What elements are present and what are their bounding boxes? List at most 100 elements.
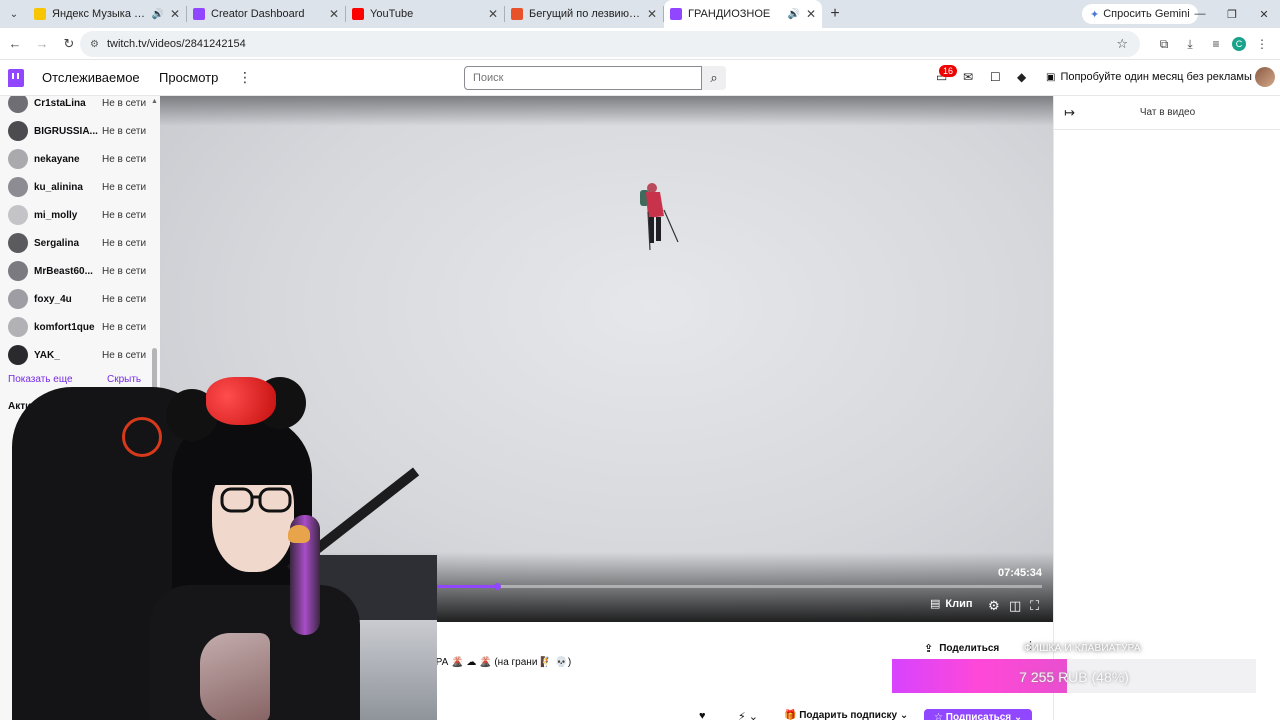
browser-tab[interactable]: Creator Dashboard ✕ bbox=[187, 0, 345, 28]
chat-header: Чат в видео ↦ bbox=[1054, 96, 1280, 130]
sidebar-channel-item[interactable]: nekayane Не в сети bbox=[8, 147, 148, 171]
close-window-icon[interactable]: ✕ bbox=[1248, 0, 1280, 28]
clip-button[interactable]: ▤ Клип bbox=[930, 597, 973, 611]
channel-name: mi_molly bbox=[34, 209, 78, 221]
restore-icon[interactable]: ❐ bbox=[1216, 0, 1248, 28]
channel-avatar bbox=[8, 121, 28, 141]
twitch-top-nav: Отслеживаемое Просмотр ⋮ ⌕ ▭ 16 ✉ ☐ ◆ ▣ … bbox=[0, 60, 1280, 96]
follow-heart-icon[interactable]: ♥ bbox=[699, 710, 706, 720]
chat-title: Чат в видео bbox=[1139, 107, 1196, 118]
download-icon[interactable]: ⤓ bbox=[1180, 32, 1200, 56]
hiker-figure bbox=[640, 183, 679, 251]
url-text: twitch.tv/videos/2841242154 bbox=[106, 38, 246, 50]
channel-status: Не в сети bbox=[102, 181, 147, 193]
channel-avatar bbox=[8, 205, 28, 225]
forward-icon[interactable]: → bbox=[30, 32, 54, 56]
new-tab-icon[interactable]: + bbox=[822, 5, 848, 23]
browser-menu-icon[interactable]: ⋮ bbox=[1252, 32, 1272, 56]
toolbar-actions: ⧉ ⤓ ≡ C ⋮ bbox=[1154, 32, 1272, 56]
tab-audio-icon[interactable]: 🔊 bbox=[151, 9, 163, 20]
minimize-icon[interactable]: — bbox=[1184, 0, 1216, 28]
browser-tabstrip: ⌄ Яндекс Музыка — собирае🔊✕Creator Dashb… bbox=[0, 0, 1280, 28]
sidebar-channel-item[interactable]: YAK_ Не в сети bbox=[8, 343, 148, 367]
clip-icon: ▤ bbox=[930, 598, 941, 610]
gemini-label: Спросить Gemini bbox=[1103, 8, 1190, 20]
tab-favicon-icon bbox=[511, 8, 523, 20]
tab-close-icon[interactable]: ✕ bbox=[647, 7, 657, 21]
reload-icon[interactable]: ↻ bbox=[57, 32, 81, 56]
prime-icon: ▣ bbox=[1046, 71, 1056, 83]
share-button[interactable]: ⇪ Поделиться bbox=[924, 638, 999, 658]
tab-title: ГРАНДИОЗНОЕ bbox=[688, 8, 771, 20]
share-label: Поделиться bbox=[939, 642, 1000, 654]
channel-avatar bbox=[8, 177, 28, 197]
collapse-chat-icon[interactable]: ↦ bbox=[1064, 105, 1075, 121]
extensions-icon[interactable]: ⧉ bbox=[1154, 32, 1174, 56]
channel-avatar bbox=[8, 96, 28, 113]
channel-status: Не в сети bbox=[102, 293, 147, 305]
channel-name: BIGRUSSIA... bbox=[34, 125, 98, 137]
sidebar-channel-item[interactable]: komfort1que Не в сети bbox=[8, 315, 148, 339]
browser-tab[interactable]: YouTube ✕ bbox=[346, 0, 504, 28]
profile-avatar[interactable]: C bbox=[1232, 37, 1246, 51]
browser-tab[interactable]: ГРАНДИОЗНОЕ 🔊 ✕ bbox=[664, 0, 822, 28]
tab-list: Яндекс Музыка — собирае🔊✕Creator Dashboa… bbox=[28, 0, 822, 28]
tab-close-icon[interactable]: ✕ bbox=[806, 7, 816, 21]
clip-label: Клип bbox=[945, 597, 973, 610]
channel-name: nekayane bbox=[34, 153, 80, 165]
sidebar-channel-item[interactable]: ku_alinina Не в сети bbox=[8, 175, 148, 199]
bits-icon[interactable]: ◆ bbox=[1017, 70, 1026, 84]
browser-toolbar: ← → ↻ ⚙ twitch.tv/videos/2841242154 ☆ ⧉ … bbox=[0, 28, 1280, 60]
more-options-icon[interactable]: ⋮ bbox=[238, 69, 252, 86]
tab-audio-icon[interactable]: 🔊 bbox=[787, 9, 799, 20]
sidebar-channel-item[interactable]: Cr1staLina Не в сети bbox=[8, 96, 148, 115]
user-avatar[interactable] bbox=[1255, 67, 1275, 87]
back-icon[interactable]: ← bbox=[3, 32, 27, 56]
twitch-logo-icon[interactable] bbox=[8, 69, 24, 87]
gemini-button[interactable]: ✦ Спросить Gemini bbox=[1082, 4, 1198, 24]
tab-favicon-icon bbox=[352, 8, 364, 20]
tab-title: YouTube bbox=[370, 8, 414, 20]
reading-list-icon[interactable]: ≡ bbox=[1206, 32, 1226, 56]
address-bar[interactable]: ⚙ twitch.tv/videos/2841242154 ☆ bbox=[80, 31, 1140, 57]
sidebar-channel-item[interactable]: foxy_4u Не в сети bbox=[8, 287, 148, 311]
channel-avatar bbox=[8, 233, 28, 253]
scroll-up-icon[interactable]: ▲ bbox=[151, 98, 158, 105]
tab-close-icon[interactable]: ✕ bbox=[170, 7, 180, 21]
fullscreen-icon[interactable]: ⛶ bbox=[1030, 598, 1039, 614]
subscribe-button[interactable]: ☆ Подписаться ⌄ bbox=[924, 709, 1032, 720]
share-icon: ⇪ bbox=[924, 642, 934, 655]
streamer-bangs bbox=[206, 437, 302, 485]
gift-label: Подарить подписку bbox=[799, 710, 898, 720]
sidebar-channel-item[interactable]: mi_molly Не в сети bbox=[8, 203, 148, 227]
site-info-icon[interactable]: ⚙ bbox=[90, 39, 99, 50]
whispers-icon[interactable]: ✉ bbox=[963, 70, 973, 84]
browser-tab[interactable]: Бегущий по лезвию 2049 фил ✕ bbox=[505, 0, 663, 28]
sidebar-channel-item[interactable]: Sergalina Не в сети bbox=[8, 231, 148, 255]
sidebar-channel-item[interactable]: MrBeast60... Не в сети bbox=[8, 259, 148, 283]
channel-status: Не в сети bbox=[102, 125, 147, 137]
browser-tab[interactable]: Яндекс Музыка — собирае 🔊 ✕ bbox=[28, 0, 186, 28]
gift-subscription-button[interactable]: 🎁 Подарить подписку ⌄ bbox=[784, 710, 908, 720]
settings-gear-icon[interactable]: ⚙ bbox=[988, 598, 1000, 614]
hype-icon[interactable]: ⚡ ⌄ bbox=[738, 710, 758, 720]
nav-following[interactable]: Отслеживаемое bbox=[42, 70, 140, 85]
search-input[interactable] bbox=[464, 66, 702, 90]
tab-search-icon[interactable]: ⌄ bbox=[0, 0, 28, 28]
ad-free-promo[interactable]: ▣ Попробуйте один месяц без рекламы bbox=[1046, 71, 1252, 83]
gemini-icon: ✦ bbox=[1090, 8, 1100, 21]
activity-feed-icon[interactable]: ☐ bbox=[990, 70, 1001, 84]
theatre-mode-icon[interactable]: ◫ bbox=[1009, 598, 1021, 614]
search-button[interactable]: ⌕ bbox=[702, 66, 726, 90]
window-controls: — ❐ ✕ bbox=[1184, 0, 1280, 28]
tab-close-icon[interactable]: ✕ bbox=[488, 7, 498, 21]
sidebar-channel-item[interactable]: BIGRUSSIA... Не в сети bbox=[8, 119, 148, 143]
channel-avatar bbox=[8, 317, 28, 337]
sidebar-scrollbar[interactable]: ▲ bbox=[151, 98, 158, 390]
shirt-print bbox=[200, 633, 270, 720]
tab-close-icon[interactable]: ✕ bbox=[329, 7, 339, 21]
donation-goal-text: 7 255 RUB (48%) bbox=[1019, 669, 1129, 685]
nav-browse[interactable]: Просмотр bbox=[159, 70, 218, 85]
channel-status: Не в сети bbox=[102, 153, 147, 165]
bookmark-star-icon[interactable]: ☆ bbox=[1116, 36, 1128, 52]
